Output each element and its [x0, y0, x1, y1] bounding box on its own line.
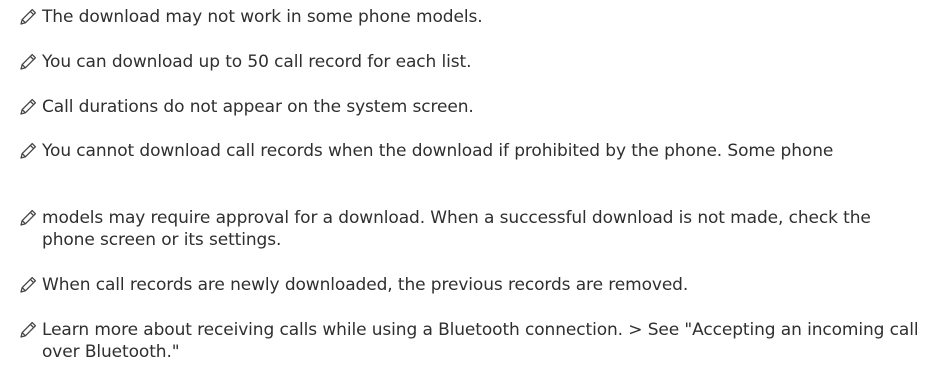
note-text: The download may not work in some phone … [42, 7, 483, 27]
note-item: Call durations do not appear on the syst… [18, 96, 474, 118]
note-item: You cannot download call records when th… [18, 140, 833, 162]
note-text: You cannot download call records when th… [42, 141, 834, 161]
pencil-icon [18, 52, 38, 72]
note-item: The download may not work in some phone … [18, 6, 483, 28]
note-text: Learn more about receiving calls while u… [42, 320, 919, 362]
pencil-icon [18, 97, 38, 117]
pencil-icon [18, 320, 38, 340]
note-text: Call durations do not appear on the syst… [42, 97, 474, 117]
pencil-icon [18, 275, 38, 295]
note-text: When call records are newly downloaded, … [42, 275, 689, 295]
pencil-icon [18, 7, 38, 27]
note-item: You can download up to 50 call record fo… [18, 51, 472, 73]
note-item: When call records are newly downloaded, … [18, 274, 688, 296]
note-text: models may require approval for a downlo… [42, 208, 871, 250]
note-item: models may require approval for a downlo… [18, 207, 928, 251]
note-text: You can download up to 50 call record fo… [42, 52, 472, 72]
pencil-icon [18, 208, 38, 228]
note-item: Learn more about receiving calls while u… [18, 319, 928, 363]
pencil-icon [18, 141, 38, 161]
